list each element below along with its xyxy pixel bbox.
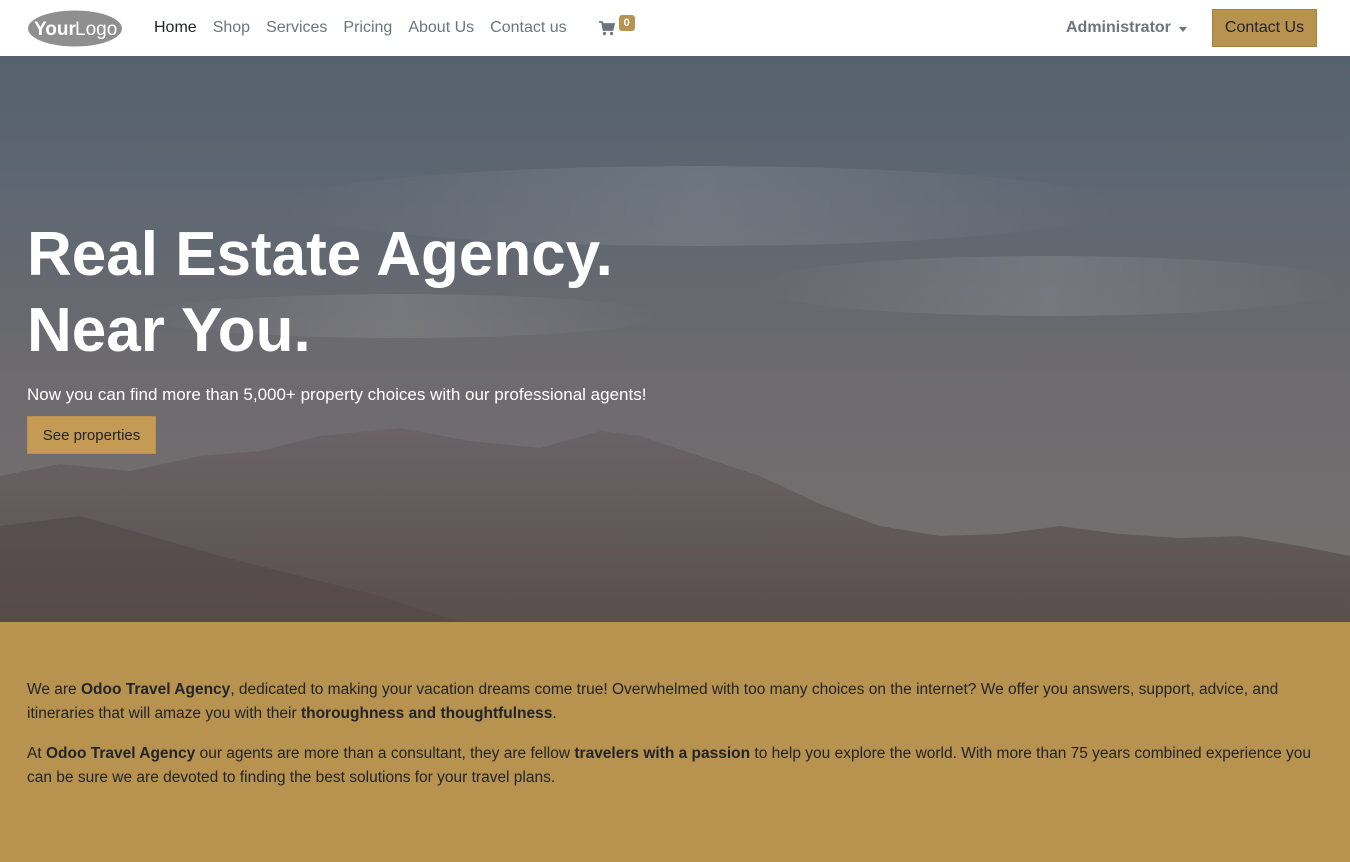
nav-contact-us[interactable]: Contact us <box>482 0 574 56</box>
hero-content: Real Estate Agency. Near You. Now you ca… <box>27 217 646 405</box>
brand-logo[interactable]: Your Logo <box>27 9 123 48</box>
hero-title-line-2: Near You. <box>27 296 311 365</box>
about-text: We are Odoo Travel Agency, dedicated to … <box>27 678 1323 806</box>
about-p1-text: We are <box>27 681 81 698</box>
about-p1-text-end: . <box>552 705 557 722</box>
chevron-down-icon <box>1178 26 1187 32</box>
about-paragraph-1: We are Odoo Travel Agency, dedicated to … <box>27 678 1323 726</box>
shopping-cart-icon <box>598 21 615 36</box>
about-p2-text-mid: our agents are more than a consultant, t… <box>195 745 575 762</box>
about-p1-company: Odoo Travel Agency <box>81 681 231 698</box>
about-p1-emphasis: thoroughness and thoughtfulness <box>300 705 553 722</box>
svg-text:Logo: Logo <box>75 19 117 40</box>
hero-title-line-1: Real Estate Agency. <box>27 220 613 289</box>
see-properties-button[interactable]: See properties <box>27 416 156 454</box>
about-p2-emphasis: travelers with a passion <box>574 745 751 762</box>
about-paragraph-2: At Odoo Travel Agency our agents are mor… <box>27 742 1323 790</box>
main-nav: Home Shop Services Pricing About Us Cont… <box>146 0 635 56</box>
hero-banner: Real Estate Agency. Near You. Now you ca… <box>0 56 1350 622</box>
nav-shop[interactable]: Shop <box>205 0 258 56</box>
nav-services[interactable]: Services <box>258 0 335 56</box>
hero-subtitle: Now you can find more than 5,000+ proper… <box>27 385 647 404</box>
about-p2-text: At <box>27 745 46 762</box>
user-menu-dropdown[interactable]: Administrator <box>1066 0 1187 56</box>
top-navbar: Your Logo Home Shop Services Pricing Abo… <box>0 0 1350 56</box>
nav-pricing[interactable]: Pricing <box>335 0 400 56</box>
svg-text:Your: Your <box>34 19 76 40</box>
contact-us-button[interactable]: Contact Us <box>1212 9 1317 47</box>
about-p2-company: Odoo Travel Agency <box>45 745 196 762</box>
hero-title: Real Estate Agency. Near You. <box>27 217 646 369</box>
cart-link[interactable]: 0 <box>598 0 635 56</box>
user-menu-label: Administrator <box>1066 19 1171 36</box>
nav-about-us[interactable]: About Us <box>400 0 482 56</box>
cart-count-badge: 0 <box>618 15 635 31</box>
nav-home[interactable]: Home <box>146 0 205 56</box>
about-section: We are Odoo Travel Agency, dedicated to … <box>0 622 1350 862</box>
